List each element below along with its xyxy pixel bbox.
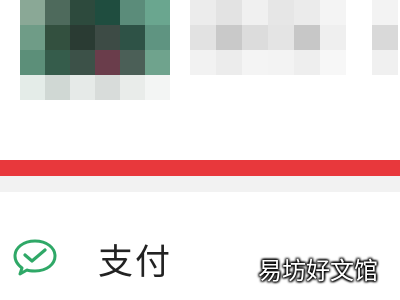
profile-info-pixel bbox=[190, 25, 216, 50]
avatar-pixel bbox=[120, 50, 145, 75]
avatar-pixel bbox=[20, 75, 45, 100]
profile-info-pixel bbox=[372, 50, 398, 75]
avatar-pixel bbox=[120, 75, 145, 100]
profile-info-pixel bbox=[190, 50, 216, 75]
highlight-bar bbox=[0, 160, 400, 176]
avatar-pixel bbox=[45, 75, 70, 100]
profile-info-pixel bbox=[216, 50, 242, 75]
profile-info-pixel bbox=[268, 25, 294, 50]
avatar-pixel bbox=[70, 0, 95, 25]
avatar-pixel bbox=[95, 50, 120, 75]
watermark-text: 易坊好文馆 bbox=[258, 257, 378, 285]
avatar-pixel bbox=[120, 25, 145, 50]
profile-info-pixel bbox=[268, 50, 294, 75]
profile-info-pixel bbox=[372, 25, 398, 50]
profile-info-pixel bbox=[320, 50, 346, 75]
avatar-pixel bbox=[70, 25, 95, 50]
profile-info-pixel bbox=[190, 0, 216, 25]
pay-label: 支付 bbox=[98, 243, 173, 283]
avatar-pixel bbox=[145, 0, 170, 25]
avatar-pixel bbox=[20, 25, 45, 50]
profile-header[interactable] bbox=[0, 0, 400, 158]
profile-info-pixel bbox=[346, 0, 372, 25]
profile-info-pixel bbox=[294, 50, 320, 75]
profile-info-pixel bbox=[372, 0, 398, 25]
section-divider bbox=[0, 176, 400, 192]
avatar-pixel bbox=[70, 75, 95, 100]
avatar-pixel bbox=[120, 0, 145, 25]
avatar-pixel bbox=[95, 75, 120, 100]
profile-info-pixel bbox=[242, 50, 268, 75]
avatar-pixel bbox=[45, 0, 70, 25]
avatar-pixel bbox=[45, 50, 70, 75]
profile-info-pixel bbox=[268, 0, 294, 25]
avatar-pixel bbox=[95, 25, 120, 50]
profile-info-pixel bbox=[294, 25, 320, 50]
avatar-pixel bbox=[70, 50, 95, 75]
avatar[interactable] bbox=[20, 0, 170, 100]
profile-info bbox=[190, 0, 400, 80]
profile-info-pixel bbox=[216, 25, 242, 50]
profile-info-pixel bbox=[320, 0, 346, 25]
profile-info-pixel bbox=[242, 0, 268, 25]
avatar-pixel bbox=[95, 0, 120, 25]
profile-info-pixel bbox=[242, 25, 268, 50]
avatar-pixel bbox=[20, 0, 45, 25]
avatar-pixel bbox=[145, 75, 170, 100]
profile-info-pixel bbox=[346, 25, 372, 50]
avatar-pixel bbox=[145, 25, 170, 50]
avatar-pixel bbox=[145, 50, 170, 75]
profile-info-pixel bbox=[216, 0, 242, 25]
avatar-pixel bbox=[20, 50, 45, 75]
profile-info-pixel bbox=[346, 50, 372, 75]
wechat-pay-icon bbox=[12, 238, 58, 276]
avatar-pixel bbox=[45, 25, 70, 50]
profile-info-pixel bbox=[320, 25, 346, 50]
profile-info-pixel bbox=[294, 0, 320, 25]
